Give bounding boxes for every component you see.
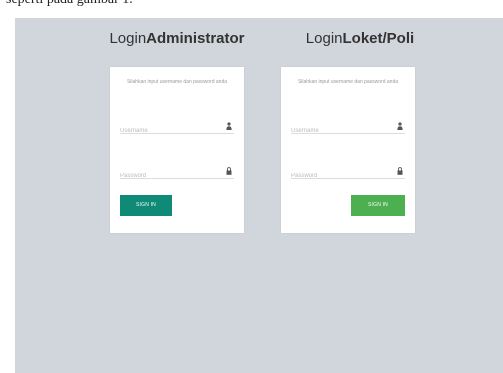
loket-login-title: LoginLoket/Poli (280, 30, 440, 47)
user-icon (397, 122, 403, 130)
lock-icon (397, 167, 403, 175)
admin-username-input[interactable] (120, 125, 216, 137)
loket-login-card: Silahkan input username dan password and… (281, 67, 415, 233)
user-icon (226, 122, 232, 130)
loket-title-prefix: Login (305, 30, 343, 47)
admin-title-bold: Administrator (146, 30, 245, 47)
loket-password-input[interactable] (291, 170, 387, 182)
admin-password-field (120, 164, 234, 182)
lock-icon (226, 167, 232, 175)
loket-password-field (291, 164, 405, 182)
document-caption: seperti pada gambar 1. (6, 0, 133, 8)
admin-hint-text: Silahkan input username dan password and… (126, 79, 228, 85)
loket-sign-in-button[interactable]: SIGN IN (351, 195, 405, 216)
admin-username-field (120, 119, 234, 137)
login-screen: LoginAdministrator Silahkan input userna… (15, 18, 503, 373)
admin-login-card: Silahkan input username dan password and… (110, 67, 244, 233)
admin-login-title: LoginAdministrator (97, 30, 257, 47)
loket-hint-text: Silahkan input username dan password and… (297, 79, 399, 85)
admin-sign-in-button[interactable]: SIGN IN (120, 195, 172, 216)
admin-password-input[interactable] (120, 170, 216, 182)
loket-username-field (291, 119, 405, 137)
admin-title-prefix: Login (109, 30, 147, 47)
loket-username-input[interactable] (291, 125, 387, 137)
loket-title-bold: Loket/Poli (342, 30, 415, 47)
